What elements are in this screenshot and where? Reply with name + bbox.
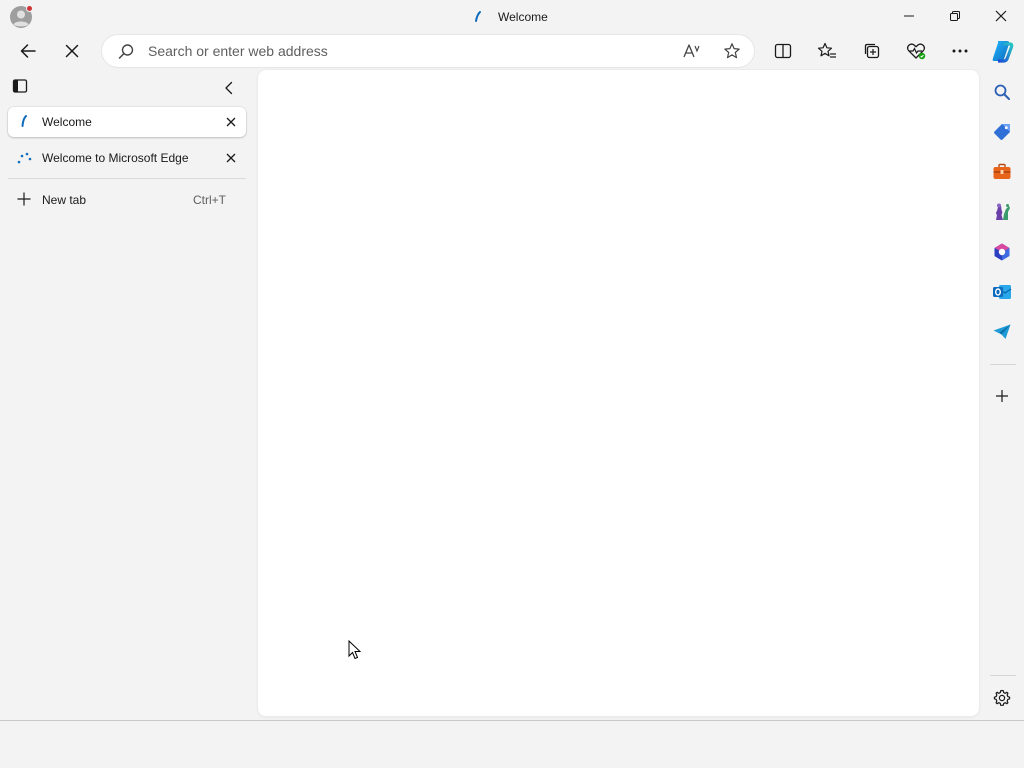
sidebar-microsoft-365-button[interactable] xyxy=(988,238,1016,266)
split-screen-icon xyxy=(774,43,792,59)
sidebar-divider xyxy=(990,675,1016,676)
more-options-button[interactable] xyxy=(944,35,976,67)
shopping-tag-icon xyxy=(994,124,1010,140)
tab-actions-icon xyxy=(12,79,28,93)
favorites-icon xyxy=(817,42,836,58)
split-screen-button[interactable] xyxy=(767,35,799,67)
new-tab-shortcut: Ctrl+T xyxy=(193,193,226,207)
collections-button[interactable] xyxy=(856,35,888,67)
title-bar: Welcome xyxy=(0,0,1024,32)
sidebar-search-button[interactable] xyxy=(988,78,1016,106)
outlook-icon xyxy=(993,285,1012,299)
taskbar-area xyxy=(0,721,1024,768)
read-aloud-icon xyxy=(683,44,700,58)
collapse-pane-button[interactable] xyxy=(218,78,240,98)
page-content[interactable] xyxy=(258,70,979,716)
back-arrow-icon xyxy=(20,44,36,58)
favorite-star-icon xyxy=(724,43,740,59)
read-aloud-button[interactable] xyxy=(682,41,702,61)
close-icon xyxy=(995,10,1007,22)
tab-loading-favicon-icon xyxy=(475,11,481,22)
new-tab-label: New tab xyxy=(42,193,87,207)
navigation-toolbar xyxy=(0,32,1024,70)
sidebar-games-button[interactable] xyxy=(988,198,1016,226)
collections-icon xyxy=(864,43,880,59)
games-icon xyxy=(996,203,1010,220)
tab-welcome[interactable]: Welcome xyxy=(8,107,246,137)
sidebar-shopping-button[interactable] xyxy=(988,118,1016,146)
close-window-button[interactable] xyxy=(978,0,1024,32)
tab-loading-favicon-icon xyxy=(21,115,27,127)
restore-icon xyxy=(950,11,960,21)
add-favorite-button[interactable] xyxy=(722,41,742,61)
tab-label: Welcome xyxy=(42,115,92,129)
address-bar[interactable] xyxy=(102,35,754,67)
tab-actions-menu-button[interactable] xyxy=(12,78,34,98)
edge-sidebar xyxy=(982,70,1024,720)
browser-essentials-icon xyxy=(906,43,926,60)
sidebar-send-button[interactable] xyxy=(988,318,1016,346)
tab-label: Welcome to Microsoft Edge xyxy=(42,151,189,165)
tools-icon xyxy=(993,163,1011,179)
add-icon xyxy=(996,390,1008,402)
chevron-left-icon xyxy=(225,81,233,95)
telegram-send-icon xyxy=(993,324,1011,339)
vertical-tabs-pane: Welcome Welcome to Microsoft Edge New ta… xyxy=(0,70,256,720)
restore-button[interactable] xyxy=(932,0,978,32)
sidebar-divider xyxy=(990,364,1016,365)
notification-badge xyxy=(26,5,33,12)
search-icon xyxy=(994,84,1010,100)
new-tab-button[interactable]: New tab Ctrl+T xyxy=(8,184,246,214)
window-title: Welcome xyxy=(498,10,548,24)
favorites-button[interactable] xyxy=(811,35,843,67)
settings-gear-icon xyxy=(993,689,1011,706)
profile-avatar-button[interactable] xyxy=(9,5,33,29)
copilot-button[interactable] xyxy=(986,35,1018,67)
search-icon xyxy=(118,44,134,59)
minimize-icon xyxy=(904,15,914,17)
address-input[interactable] xyxy=(148,42,668,60)
microsoft-365-icon xyxy=(994,243,1010,261)
mouse-cursor-icon xyxy=(348,640,362,660)
back-button[interactable] xyxy=(12,35,44,67)
more-icon xyxy=(952,49,968,53)
close-tab-icon[interactable] xyxy=(224,115,238,129)
sidebar-outlook-button[interactable] xyxy=(988,278,1016,306)
stop-loading-icon xyxy=(65,44,79,58)
browser-essentials-button[interactable] xyxy=(900,35,932,67)
plus-icon xyxy=(17,192,31,206)
stop-loading-button[interactable] xyxy=(56,35,88,67)
sidebar-add-button[interactable] xyxy=(988,382,1016,410)
sidebar-tools-button[interactable] xyxy=(988,158,1016,186)
window-title-area: Welcome xyxy=(472,8,548,26)
tab-welcome-to-edge[interactable]: Welcome to Microsoft Edge xyxy=(8,143,246,173)
minimize-button[interactable] xyxy=(886,0,932,32)
close-tab-icon[interactable] xyxy=(224,151,238,165)
copilot-icon xyxy=(992,41,1014,63)
sidebar-settings-button[interactable] xyxy=(988,684,1016,712)
pane-divider xyxy=(8,178,246,179)
tab-loading-dots-icon xyxy=(17,152,32,164)
